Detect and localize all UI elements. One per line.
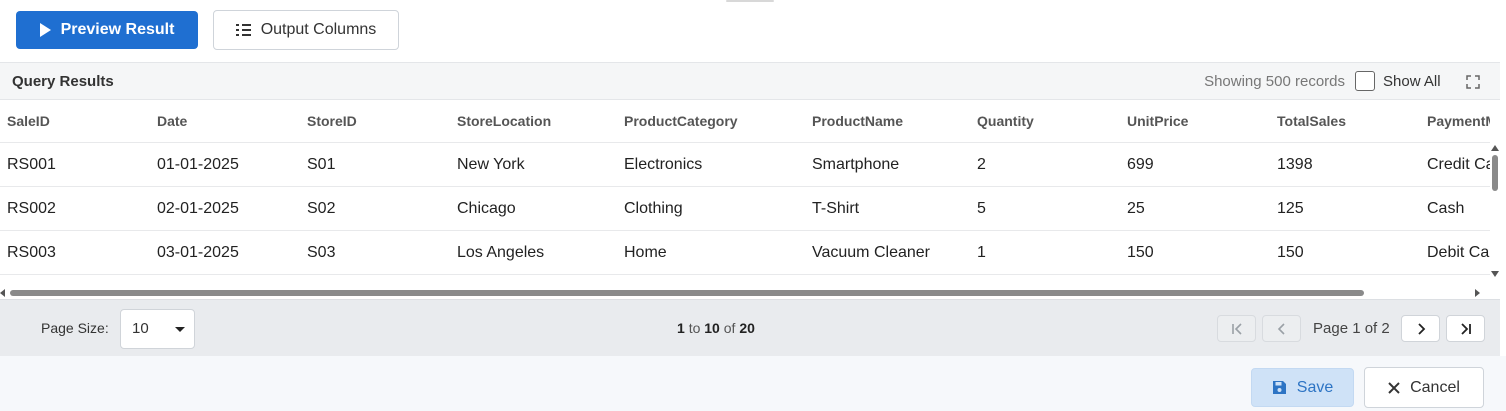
- scroll-up-icon[interactable]: [1491, 145, 1499, 151]
- grid-header-row: SaleID Date StoreID StoreLocation Produc…: [0, 100, 1490, 143]
- cell-date: 03-01-2025: [157, 244, 239, 261]
- column-header-productcategory[interactable]: ProductCategory: [624, 100, 738, 144]
- column-header-date[interactable]: Date: [157, 100, 187, 144]
- previous-page-button[interactable]: [1262, 315, 1301, 342]
- column-header-storeid[interactable]: StoreID: [307, 100, 357, 144]
- range-from: 1: [677, 320, 685, 336]
- results-grid: SaleID Date StoreID StoreLocation Produc…: [0, 100, 1490, 288]
- query-results-header: Query Results Showing 500 records Show A…: [0, 62, 1500, 100]
- cell-unitprice: 150: [1127, 244, 1154, 261]
- horizontal-scrollbar[interactable]: [0, 287, 1490, 299]
- vertical-scrollbar[interactable]: [1490, 143, 1500, 281]
- cell-storelocation: Chicago: [457, 200, 516, 217]
- cell-paymentmethod: Credit Card: [1427, 156, 1490, 173]
- show-all-label: Show All: [1383, 72, 1441, 90]
- records-count: Showing 500 records: [1204, 73, 1345, 90]
- cell-quantity: 1: [977, 244, 986, 261]
- chevron-left-icon: [1277, 322, 1285, 335]
- cell-productcategory: Electronics: [624, 156, 703, 173]
- cell-totalsales: 150: [1277, 244, 1304, 261]
- table-row[interactable]: RS002 02-01-2025 S02 Chicago Clothing T-…: [0, 187, 1490, 231]
- cell-productname: T-Shirt: [812, 200, 860, 217]
- cell-productname: Smartphone: [812, 156, 900, 173]
- cell-quantity: 2: [977, 156, 986, 173]
- first-page-button[interactable]: [1217, 315, 1256, 342]
- page-indicator: Page 1 of 2: [1313, 320, 1390, 337]
- cell-storeid: S03: [307, 244, 336, 261]
- table-row[interactable]: RS003 03-01-2025 S03 Los Angeles Home Va…: [0, 231, 1490, 275]
- range-of-word: of: [723, 320, 736, 336]
- cell-date: 01-01-2025: [157, 156, 239, 173]
- cell-storelocation: Los Angeles: [457, 244, 545, 261]
- cell-storeid: S01: [307, 156, 336, 173]
- vertical-scroll-thumb[interactable]: [1492, 155, 1498, 191]
- range-total: 20: [739, 320, 755, 336]
- output-columns-label: Output Columns: [260, 21, 377, 38]
- row-range-summary: 1 to 10 of 20: [677, 320, 755, 336]
- cancel-label: Cancel: [1410, 378, 1460, 396]
- cell-productname: Vacuum Cleaner: [812, 244, 930, 261]
- caret-down-icon: [175, 327, 185, 332]
- table-row[interactable]: RS001 01-01-2025 S01 New York Electronic…: [0, 143, 1490, 187]
- page-size-select[interactable]: 10: [120, 309, 195, 349]
- cell-saleid: RS001: [7, 156, 56, 173]
- cancel-button[interactable]: Cancel: [1364, 367, 1484, 408]
- preview-result-label: Preview Result: [60, 21, 175, 38]
- cell-productcategory: Home: [624, 244, 667, 261]
- preview-result-button[interactable]: Preview Result: [16, 11, 198, 49]
- column-header-productname[interactable]: ProductName: [812, 100, 903, 144]
- range-to: 10: [704, 320, 720, 336]
- cell-saleid: RS003: [7, 244, 56, 261]
- cell-storelocation: New York: [457, 156, 525, 173]
- page-size-value: 10: [132, 320, 149, 337]
- cell-unitprice: 699: [1127, 156, 1154, 173]
- play-icon: [39, 23, 51, 37]
- cell-quantity: 5: [977, 200, 986, 217]
- last-page-icon: [1460, 322, 1471, 335]
- scroll-down-icon[interactable]: [1491, 271, 1499, 277]
- scroll-left-icon[interactable]: [0, 289, 5, 297]
- close-icon: [1388, 381, 1400, 394]
- cell-storeid: S02: [307, 200, 336, 217]
- cell-productcategory: Clothing: [624, 200, 683, 217]
- scroll-right-icon[interactable]: [1475, 289, 1480, 297]
- dialog-footer: Save Cancel: [0, 356, 1506, 411]
- show-all-toggle[interactable]: Show All: [1355, 71, 1441, 91]
- column-header-quantity[interactable]: Quantity: [977, 100, 1034, 144]
- chevron-right-icon: [1417, 322, 1425, 335]
- floppy-disk-icon: [1272, 381, 1286, 394]
- save-label: Save: [1296, 378, 1334, 396]
- fullscreen-icon[interactable]: [1466, 75, 1480, 89]
- output-columns-button[interactable]: Output Columns: [213, 10, 399, 50]
- pagination-bar: Page Size: 10 1 to 10 of 20 Page 1 of 2: [0, 299, 1500, 356]
- cell-totalsales: 1398: [1277, 156, 1313, 173]
- cell-totalsales: 125: [1277, 200, 1304, 217]
- list-icon: [235, 24, 251, 36]
- cell-date: 02-01-2025: [157, 200, 239, 217]
- first-page-icon: [1231, 322, 1242, 335]
- cell-unitprice: 25: [1127, 200, 1145, 217]
- next-page-button[interactable]: [1401, 315, 1440, 342]
- page-size-label: Page Size:: [41, 320, 109, 336]
- range-to-word: to: [688, 320, 701, 336]
- cell-saleid: RS002: [7, 200, 56, 217]
- query-results-title: Query Results: [12, 73, 114, 90]
- save-button[interactable]: Save: [1251, 368, 1354, 407]
- column-header-saleid[interactable]: SaleID: [7, 100, 50, 144]
- toolbar: Preview Result Output Columns: [0, 0, 1506, 62]
- column-header-unitprice[interactable]: UnitPrice: [1127, 100, 1188, 144]
- show-all-checkbox[interactable]: [1355, 71, 1375, 91]
- column-header-totalsales[interactable]: TotalSales: [1277, 100, 1346, 144]
- column-header-paymentmethod[interactable]: PaymentMethod: [1427, 100, 1490, 144]
- column-header-storelocation[interactable]: StoreLocation: [457, 100, 551, 144]
- cell-paymentmethod: Debit Card: [1427, 244, 1490, 261]
- horizontal-scroll-thumb[interactable]: [10, 290, 1364, 296]
- cell-paymentmethod: Cash: [1427, 200, 1465, 217]
- last-page-button[interactable]: [1446, 315, 1485, 342]
